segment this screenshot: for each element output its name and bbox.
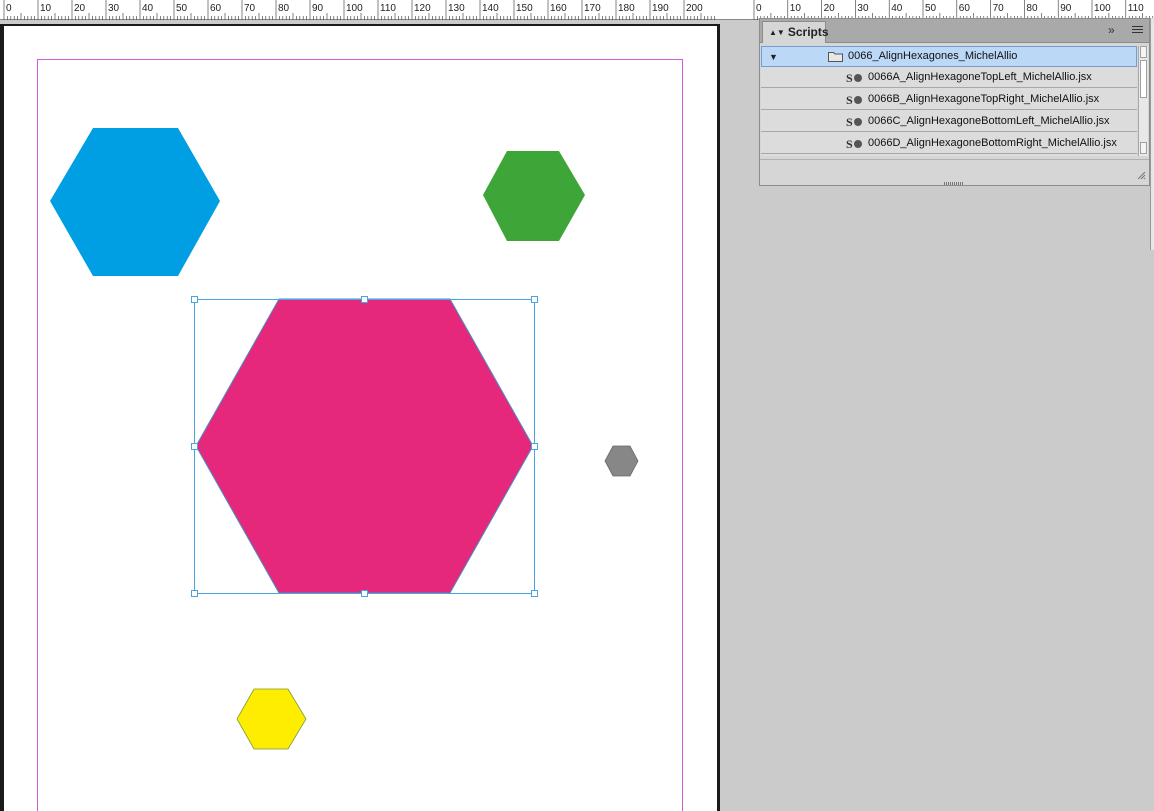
svg-text:S: S	[846, 93, 853, 106]
selection-handle-top-right[interactable]	[531, 296, 538, 303]
svg-text:S: S	[846, 137, 853, 150]
tab-sort-icon: ▲▼	[769, 28, 785, 37]
ruler-tick-label: 130	[448, 3, 465, 14]
panel-footer	[760, 159, 1149, 185]
panel-dock-edge[interactable]	[1150, 18, 1154, 250]
ruler-tick-label: 170	[584, 3, 601, 14]
ruler-tick-label: 90	[312, 3, 324, 14]
ruler-tick-label: 40	[891, 3, 903, 14]
panel-menu-icon[interactable]	[1132, 26, 1143, 34]
panel-tab-bar: ▲▼ Scripts »	[760, 19, 1149, 43]
footer-drag-grip[interactable]	[944, 182, 964, 185]
script-icon: S	[846, 115, 862, 128]
selection-handle-top-left[interactable]	[191, 296, 198, 303]
list-item-script[interactable]: S 0066D_AlignHexagoneBottomRight_MichelA…	[761, 133, 1137, 154]
scripts-list[interactable]: ▼ 0066_AlignHexagones_MichelAllio S 0066…	[761, 46, 1137, 156]
ruler-tick-label: 80	[1026, 3, 1038, 14]
disclosure-triangle-icon[interactable]: ▼	[769, 47, 778, 68]
ruler-tick-label: 0	[6, 3, 12, 14]
selection-handle-middle-right[interactable]	[531, 443, 538, 450]
ruler-ticks: 0 10 20 30 40 50 60 70 80 90 100 110 120 130 140 150 160…	[3, 0, 1154, 20]
list-item-script[interactable]: S 0066A_AlignHexagoneTopLeft_MichelAllio…	[761, 67, 1137, 88]
ruler-tick-label: 110	[380, 3, 396, 14]
scripts-panel[interactable]: ▲▼ Scripts » ▼ 0066_AlignHexagones_Michel…	[759, 18, 1150, 186]
ruler-tick-label: 10	[790, 3, 802, 14]
ruler-tick-label: 0	[756, 3, 762, 14]
ruler-tick-label: 80	[278, 3, 290, 14]
yellow-hexagon[interactable]	[236, 688, 307, 750]
ruler-tick-label: 40	[142, 3, 154, 14]
ruler-tick-label: 70	[244, 3, 256, 14]
selection-handle-bottom-center[interactable]	[361, 590, 368, 597]
blue-hexagon[interactable]	[50, 128, 220, 276]
ruler-tick-label: 110	[1128, 3, 1144, 14]
script-icon: S	[846, 93, 862, 106]
scripts-tab[interactable]: ▲▼ Scripts	[762, 21, 829, 43]
selection-handle-bottom-right[interactable]	[531, 590, 538, 597]
document-page[interactable]	[4, 26, 717, 811]
list-item-script[interactable]: S 0066B_AlignHexagoneTopRight_MichelAlli…	[761, 89, 1137, 110]
ruler-tick-label: 50	[176, 3, 188, 14]
ruler-tick-label: 200	[686, 3, 703, 14]
collapse-panel-button[interactable]: »	[1108, 23, 1115, 37]
script-icon: S	[846, 137, 862, 150]
ruler-tick-label: 150	[516, 3, 533, 14]
ruler-tick-label: 60	[210, 3, 222, 14]
ruler-tick-label: 100	[346, 3, 363, 14]
ruler-tick-label: 10	[40, 3, 52, 14]
scroll-thumb[interactable]	[1140, 60, 1147, 98]
ruler-tick-label: 120	[414, 3, 431, 14]
selection-handle-middle-left[interactable]	[191, 443, 198, 450]
magenta-hexagon[interactable]	[195, 298, 534, 594]
ruler-tick-label: 160	[550, 3, 567, 14]
list-item-folder[interactable]: ▼ 0066_AlignHexagones_MichelAllio	[761, 46, 1137, 67]
scripts-tab-label: Scripts	[787, 25, 829, 39]
page-canvas[interactable]	[4, 26, 717, 811]
resize-grip-icon[interactable]	[1136, 170, 1146, 180]
ruler-tick-label: 20	[74, 3, 86, 14]
horizontal-ruler[interactable]: 0 10 20 30 40 50 60 70 80 90 100 110 120 130 140 150 160…	[0, 0, 1154, 20]
ruler-tick-label: 190	[652, 3, 669, 14]
green-hexagon[interactable]	[483, 151, 585, 241]
ruler-tick-label: 50	[925, 3, 937, 14]
ruler-tick-label: 30	[857, 3, 869, 14]
gray-hexagon[interactable]	[604, 445, 639, 477]
script-icon: S	[846, 71, 862, 84]
selection-handle-top-center[interactable]	[361, 296, 368, 303]
ruler-tick-label: 20	[824, 3, 836, 14]
ruler-tick-label: 100	[1094, 3, 1111, 14]
script-label: 0066C_AlignHexagoneBottomLeft_MichelAlli…	[868, 115, 1110, 127]
ruler-tick-label: 90	[1060, 3, 1072, 14]
list-item-script[interactable]: S 0066C_AlignHexagoneBottomLeft_MichelAl…	[761, 111, 1137, 132]
folder-icon	[828, 52, 843, 62]
svg-text:S: S	[846, 71, 853, 84]
ruler-tick-label: 180	[618, 3, 635, 14]
scroll-up-button[interactable]	[1140, 46, 1147, 58]
ruler-tick-label: 140	[482, 3, 499, 14]
list-scrollbar[interactable]	[1138, 46, 1148, 156]
ruler-tick-label: 60	[959, 3, 971, 14]
ruler-tick-label: 70	[993, 3, 1005, 14]
ruler-tick-label: 30	[108, 3, 120, 14]
selection-handle-bottom-left[interactable]	[191, 590, 198, 597]
folder-label: 0066_AlignHexagones_MichelAllio	[848, 50, 1018, 62]
script-label: 0066A_AlignHexagoneTopLeft_MichelAllio.j…	[868, 71, 1092, 83]
script-label: 0066D_AlignHexagoneBottomRight_MichelAll…	[868, 137, 1117, 149]
script-label: 0066B_AlignHexagoneTopRight_MichelAllio.…	[868, 93, 1100, 105]
svg-text:S: S	[846, 115, 853, 128]
scroll-down-button[interactable]	[1140, 142, 1147, 154]
